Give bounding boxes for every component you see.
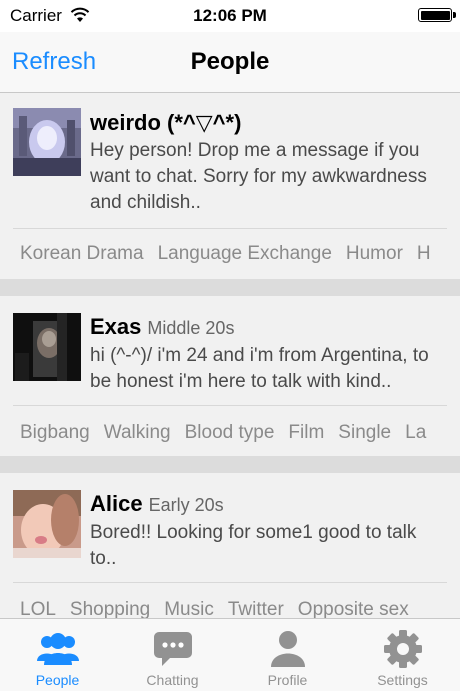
person-name: weirdo (*^▽^*) xyxy=(90,110,242,135)
tag[interactable]: Shopping xyxy=(70,599,150,618)
person-message: Hey person! Drop me a message if you wan… xyxy=(90,140,427,213)
gear-icon xyxy=(384,630,422,668)
tag[interactable]: Music xyxy=(164,599,214,618)
tab-label: Profile xyxy=(267,672,308,688)
status-time: 12:06 PM xyxy=(193,6,267,25)
tag[interactable]: Opposite sex xyxy=(298,599,409,618)
tag[interactable]: Humor xyxy=(346,243,403,264)
tab-profile[interactable]: Profile xyxy=(230,619,345,691)
tag[interactable]: Language Exchange xyxy=(158,243,332,264)
people-icon xyxy=(37,633,79,665)
tag[interactable]: Film xyxy=(288,422,324,443)
divider xyxy=(13,582,447,583)
interest-tags[interactable]: LOL Shopping Music Twitter Opposite sex xyxy=(20,599,423,618)
avatar xyxy=(13,313,81,381)
tab-label: Chatting xyxy=(146,672,199,688)
person-card[interactable]: weirdo (*^▽^*) Hey person! Drop me a mes… xyxy=(0,93,460,279)
divider xyxy=(13,228,447,229)
tag[interactable]: H xyxy=(417,243,431,264)
navigation-bar: Refresh People xyxy=(0,32,460,93)
person-name: Alice xyxy=(90,491,143,516)
tab-bar: People Chatting Profile Settings xyxy=(0,618,460,691)
tag[interactable]: Walking xyxy=(104,422,171,443)
tab-label: People xyxy=(35,672,80,688)
tag[interactable]: Korean Drama xyxy=(20,243,144,264)
name-line: weirdo (*^▽^*) xyxy=(90,110,247,136)
page-title: People xyxy=(190,48,270,75)
person-message: hi (^-^)/ i'm 24 and i'm from Argentina,… xyxy=(90,345,429,392)
tab-people[interactable]: People xyxy=(0,619,115,691)
interest-tags[interactable]: Bigbang Walking Blood type Film Single La xyxy=(20,422,440,444)
tag[interactable]: Single xyxy=(338,422,391,443)
chat-bubble-icon xyxy=(154,632,192,666)
person-age: Middle 20s xyxy=(147,318,235,338)
person-message: Bored!! Looking for some1 good to talk t… xyxy=(90,522,417,569)
person-card[interactable]: Alice Early 20s Bored!! Looking for some1… xyxy=(0,473,460,618)
tab-chatting[interactable]: Chatting xyxy=(115,619,230,691)
tab-label: Settings xyxy=(377,672,428,688)
tag[interactable]: Bigbang xyxy=(20,422,90,443)
tag[interactable]: Twitter xyxy=(228,599,284,618)
avatar xyxy=(13,490,81,558)
people-list[interactable]: weirdo (*^▽^*) Hey person! Drop me a mes… xyxy=(0,93,460,618)
person-age: Early 20s xyxy=(148,495,224,515)
tag[interactable]: LOL xyxy=(20,599,56,618)
name-line: Exas Middle 20s xyxy=(90,314,234,340)
interest-tags[interactable]: Korean Drama Language Exchange Humor H xyxy=(20,243,445,265)
profile-icon xyxy=(271,631,305,667)
tag[interactable]: Blood type xyxy=(185,422,275,443)
battery-icon xyxy=(418,8,456,22)
tab-settings[interactable]: Settings xyxy=(345,619,460,691)
person-card[interactable]: Exas Middle 20s hi (^-^)/ i'm 24 and i'm … xyxy=(0,296,460,456)
name-line: Alice Early 20s xyxy=(90,491,224,517)
tag[interactable]: La xyxy=(405,422,426,443)
divider xyxy=(13,405,447,406)
status-bar: Carrier 12:06 PM xyxy=(0,0,460,32)
person-name: Exas xyxy=(90,314,142,339)
avatar xyxy=(13,108,81,176)
